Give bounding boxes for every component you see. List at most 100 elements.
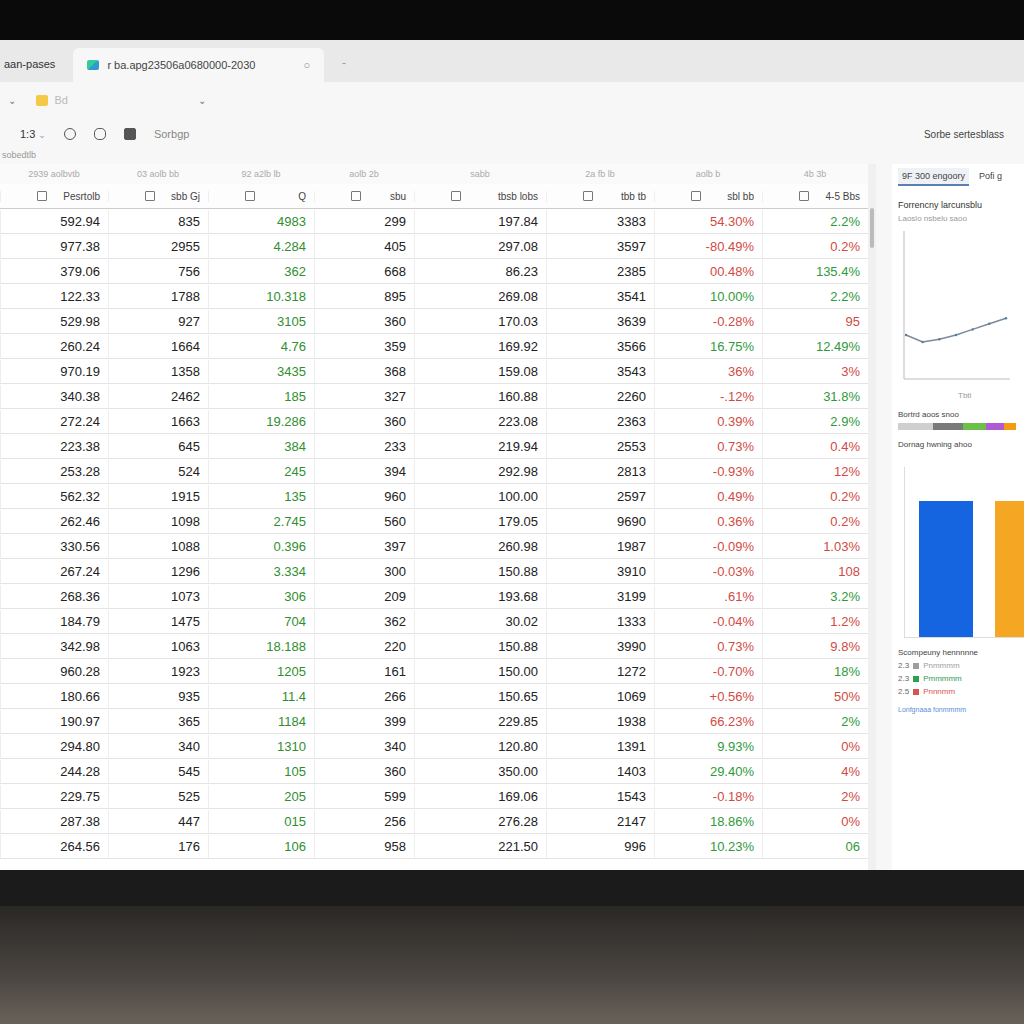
table-cell: 342.98 (0, 635, 108, 658)
table-cell: 190.97 (0, 710, 108, 733)
table-cell: 362 (314, 610, 414, 633)
legend-title: Bortrd aoos snoo (898, 410, 1024, 419)
delta-cell: 1.2% (762, 610, 868, 633)
column-header[interactable]: sbb Gj (108, 191, 208, 202)
change-cell: 0.36% (654, 510, 762, 533)
column-header[interactable]: 4-5 Bbs (762, 191, 868, 202)
zoom-select[interactable]: 1:3 ⌄ (20, 128, 46, 140)
table-cell: 193.68 (414, 585, 546, 608)
summary-item: 2.3 Pmmmmm (898, 674, 1024, 683)
browser-tab[interactable]: r ba.apg23506a0680000-2030 ○ (73, 48, 324, 82)
table-cell: 205 (208, 785, 314, 808)
table-cell: 2147 (546, 810, 654, 833)
table-cell: 264.56 (0, 835, 108, 858)
table-cell: 3597 (546, 235, 654, 258)
legend-segment (986, 423, 1004, 430)
bottom-bezel (0, 870, 1024, 906)
legend-segment (963, 423, 987, 430)
refresh-icon[interactable] (94, 128, 106, 140)
table-row[interactable]: 272.24166319.286360223.082363 0.39% 2.9% (0, 409, 868, 434)
table-row[interactable]: 244.28545105360350.001403 29.40% 4% (0, 759, 868, 784)
scrollbar[interactable] (868, 164, 876, 870)
table-row[interactable]: 253.28524245394292.982813 -0.93% 12% (0, 459, 868, 484)
bar-chart (904, 467, 1024, 638)
column-group: 92 a2lb lb (208, 169, 314, 179)
path-field[interactable]: Bd ⌄ (30, 91, 212, 109)
table-row[interactable]: 122.33178810.318895269.083541 10.00% 2.2… (0, 284, 868, 309)
table-cell: 221.50 (414, 835, 546, 858)
table-row[interactable]: 268.361073306209193.683199 .61% 3.2% (0, 584, 868, 609)
table-row[interactable]: 340.382462185327160.882260 -.12% 31.8% (0, 384, 868, 409)
column-group: aolb 2b (314, 169, 414, 179)
table-row[interactable]: 330.5610880.396397260.981987 -0.09% 1.03… (0, 534, 868, 559)
table-row[interactable]: 264.56176106958221.50996 10.23% 06 (0, 834, 868, 859)
table-cell: 394 (314, 460, 414, 483)
legend-dot (913, 689, 919, 695)
menu-button[interactable]: Sorbgp (154, 128, 189, 140)
table-row[interactable]: 592.948354983299197.843383 54.30% 2.2% (0, 209, 868, 234)
search-icon[interactable] (64, 128, 76, 140)
column-group: 4b 3b (762, 169, 868, 179)
legend-dot (913, 663, 919, 669)
column-icon (691, 191, 701, 201)
table-cell: 368 (314, 360, 414, 383)
table-row[interactable]: 184.79147570436230.021333 -0.04% 1.2% (0, 609, 868, 634)
table-row[interactable]: 379.0675636266886.232385 00.48% 135.4% (0, 259, 868, 284)
table-row[interactable]: 260.2416644.76359169.923566 16.75% 12.49… (0, 334, 868, 359)
back-button[interactable]: ⌄ (8, 95, 16, 106)
table-row[interactable]: 229.75525205599169.061543 -0.18% 2% (0, 784, 868, 809)
scrollbar-thumb[interactable] (870, 208, 874, 248)
change-cell: -0.70% (654, 660, 762, 683)
table-cell: 219.94 (414, 435, 546, 458)
line-point (921, 341, 923, 343)
column-header[interactable]: sbu (314, 191, 414, 202)
change-cell: -0.09% (654, 535, 762, 558)
column-header[interactable]: tbb tb (546, 191, 654, 202)
desk-background (0, 906, 1024, 1024)
browser-tab[interactable]: aan-pases (4, 58, 65, 82)
data-table: 2939 aolbvtb03 aolb bb92 a2lb lbaolb 2bs… (0, 164, 868, 870)
table-row[interactable]: 529.989273105360170.033639 -0.28% 95 (0, 309, 868, 334)
table-cell: 244.28 (0, 760, 108, 783)
close-button[interactable]: ○ (303, 59, 310, 71)
change-cell: 29.40% (654, 760, 762, 783)
column-header[interactable]: sbl bb (654, 191, 762, 202)
toolbar: 1:3 ⌄ Sorbgp Sorbe sertesblass (0, 118, 1024, 150)
delta-cell: 9.8% (762, 635, 868, 658)
table-cell: 1205 (208, 660, 314, 683)
panel-tab[interactable]: Pofi g (975, 168, 1006, 186)
table-row[interactable]: 294.803401310340120.801391 9.93% 0% (0, 734, 868, 759)
table-cell: 150.88 (414, 635, 546, 658)
new-tab-button[interactable]: - (332, 56, 356, 82)
table-cell: 276.28 (414, 810, 546, 833)
table-row[interactable]: 970.1913583435368159.083543 36% 3% (0, 359, 868, 384)
toolbar-label[interactable]: Sorbe sertesblass (924, 129, 1004, 140)
column-header[interactable]: tbsb lobs (414, 191, 546, 202)
column-header[interactable]: Q (208, 191, 314, 202)
column-header[interactable]: Pesrtolb (0, 191, 108, 202)
table-row[interactable]: 190.973651184399229.851938 66.23% 2% (0, 709, 868, 734)
delta-cell: 2% (762, 785, 868, 808)
table-row[interactable]: 977.3829554.284405297.083597 -80.49% 0.2… (0, 234, 868, 259)
table-cell: 756 (108, 260, 208, 283)
table-cell: 2553 (546, 435, 654, 458)
folder-icon (36, 95, 48, 106)
table-row[interactable]: 342.98106318.188220150.883990 0.73% 9.8% (0, 634, 868, 659)
column-icon (37, 191, 47, 201)
footer-link[interactable]: Lonfgnaaa fonmmmm (898, 706, 1024, 713)
address-bar: ⌄ Bd ⌄ (0, 82, 1024, 118)
table-row[interactable]: 287.38447015256276.282147 18.86% 0% (0, 809, 868, 834)
table-row[interactable]: 267.2412963.334300150.883910 -0.03% 108 (0, 559, 868, 584)
panel-tab[interactable]: 9F 300 engoory (898, 168, 969, 186)
table-row[interactable]: 223.38645384233219.942553 0.73% 0.4% (0, 434, 868, 459)
dropdown-arrow[interactable]: ⌄ (198, 95, 206, 106)
table-row[interactable]: 960.2819231205161150.001272 -0.70% 18% (0, 659, 868, 684)
table-cell: 1938 (546, 710, 654, 733)
table-cell: 1358 (108, 360, 208, 383)
table-row[interactable]: 262.4610982.745560179.059690 0.36% 0.2% (0, 509, 868, 534)
breadcrumb[interactable]: sobedtlb (0, 150, 1024, 164)
table-row[interactable]: 562.321915135960100.002597 0.49% 0.2% (0, 484, 868, 509)
table-row[interactable]: 180.6693511.4266150.651069 +0.56% 50% (0, 684, 868, 709)
delta-cell: 135.4% (762, 260, 868, 283)
grid-icon[interactable] (124, 128, 136, 140)
